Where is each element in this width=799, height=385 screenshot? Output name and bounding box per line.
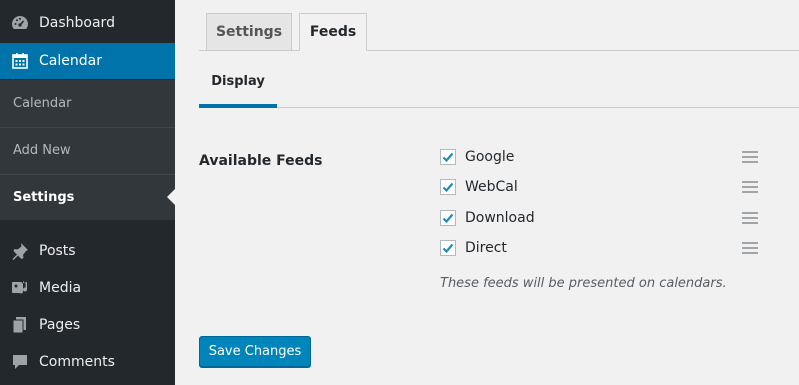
comment-icon [10, 352, 30, 372]
save-changes-button[interactable]: Save Changes [199, 336, 311, 367]
submenu-item-calendar[interactable]: Calendar [0, 80, 175, 126]
submenu-item-add-new[interactable]: Add New [0, 127, 175, 173]
calendar-icon [10, 51, 30, 71]
menu-item-dashboard[interactable]: Dashboard [0, 5, 175, 41]
menu-item-label: Media [39, 280, 82, 296]
menu-item-label: Pages [39, 317, 81, 333]
drag-handle-icon[interactable] [742, 242, 758, 254]
tab-label: Feeds [309, 24, 357, 40]
subtab-active-indicator [199, 104, 277, 108]
menu-item-media[interactable]: Media [0, 270, 175, 306]
pin-icon [10, 241, 30, 261]
menu-item-calendar[interactable]: Calendar [0, 43, 175, 79]
checkmark-icon [442, 213, 454, 224]
feed-checkbox-google[interactable] [440, 149, 456, 165]
admin-sidebar: Dashboard Calendar Calendar Add New Sett… [0, 0, 175, 385]
checkmark-icon [442, 182, 454, 193]
submenu-label: Add New [13, 142, 71, 158]
drag-handle-icon[interactable] [742, 181, 758, 193]
menu-item-label: Posts [39, 243, 76, 259]
menu-item-posts[interactable]: Posts [0, 233, 175, 269]
menu-item-label: Dashboard [39, 15, 115, 31]
feed-checkbox-webcal[interactable] [440, 179, 456, 195]
pages-icon [10, 315, 30, 335]
subtab-label: Display [211, 74, 265, 89]
available-feeds-label: Available Feeds [199, 153, 323, 169]
feed-label: Direct [465, 240, 507, 256]
feed-row-direct: Direct [440, 237, 760, 259]
feeds-description: These feeds will be presented on calenda… [440, 276, 727, 291]
submenu-item-settings[interactable]: Settings [0, 174, 175, 220]
feed-label: WebCal [465, 179, 518, 195]
menu-item-comments[interactable]: Comments [0, 344, 175, 380]
tab-feeds[interactable]: Feeds [299, 13, 367, 51]
submenu-label: Calendar [13, 95, 72, 111]
feed-label: Google [465, 149, 515, 165]
checkmark-icon [442, 152, 454, 163]
calendar-submenu: Calendar Add New Settings [0, 80, 175, 220]
drag-handle-icon[interactable] [742, 212, 758, 224]
submenu-label: Settings [13, 189, 75, 205]
feed-row-webcal: WebCal [440, 176, 760, 198]
media-icon [10, 278, 30, 298]
tab-settings[interactable]: Settings [206, 13, 292, 51]
feed-label: Download [465, 210, 535, 226]
menu-item-label: Comments [39, 354, 115, 370]
feed-checkbox-download[interactable] [440, 210, 456, 226]
current-page-arrow [167, 189, 175, 205]
checkmark-icon [442, 243, 454, 254]
feed-checkbox-direct[interactable] [440, 240, 456, 256]
menu-item-label: Calendar [39, 53, 102, 69]
drag-handle-icon[interactable] [742, 151, 758, 163]
dashboard-icon [10, 13, 30, 33]
tab-label: Settings [215, 24, 283, 40]
subtab-baseline [199, 107, 799, 108]
menu-item-pages[interactable]: Pages [0, 307, 175, 343]
feed-row-google: Google [440, 146, 760, 168]
feed-row-download: Download [440, 207, 760, 229]
subtab-display[interactable]: Display [199, 68, 277, 108]
